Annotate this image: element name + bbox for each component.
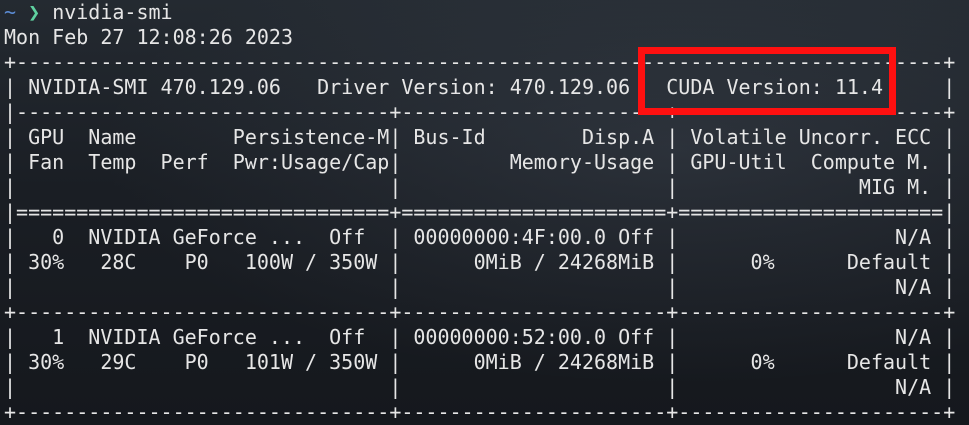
terminal-window[interactable]: ~ ❯ nvidia-smi Mon Feb 27 12:08:26 2023 … <box>0 0 969 425</box>
prompt-arrow-icon: ❯ <box>28 0 41 24</box>
table-header-row-3: | | | MIG M. | <box>4 175 956 199</box>
table-header-row-1: | GPU Name Persistence-M| Bus-Id Disp.A … <box>4 125 956 149</box>
gpu-1-row-1: | 1 NVIDIA GeForce ... Off | 00000000:52… <box>4 325 956 349</box>
gpu-0-row-3: | | | N/A | <box>4 275 956 299</box>
gpu-1-row-3: | | | N/A | <box>4 375 956 399</box>
table-border-bottom: +-------------------------------+-------… <box>4 400 956 424</box>
cuda-version-highlight-box <box>638 47 896 115</box>
table-header-separator: |===============================+=======… <box>4 200 956 224</box>
command-text: nvidia-smi <box>52 0 173 24</box>
table-header-row-2: | Fan Temp Perf Pwr:Usage/Cap| Memory-Us… <box>4 150 956 174</box>
gpu-0-row-1: | 0 NVIDIA GeForce ... Off | 00000000:4F… <box>4 225 956 249</box>
gpu-0-row-2: | 30% 28C P0 100W / 350W | 0MiB / 24268M… <box>4 250 956 274</box>
table-divider: +-------------------------------+-------… <box>4 300 956 324</box>
prompt-line: ~ ❯ nvidia-smi <box>4 0 955 25</box>
prompt-tilde: ~ <box>4 0 17 24</box>
gpu-1-row-2: | 30% 29C P0 101W / 350W | 0MiB / 24268M… <box>4 350 956 374</box>
